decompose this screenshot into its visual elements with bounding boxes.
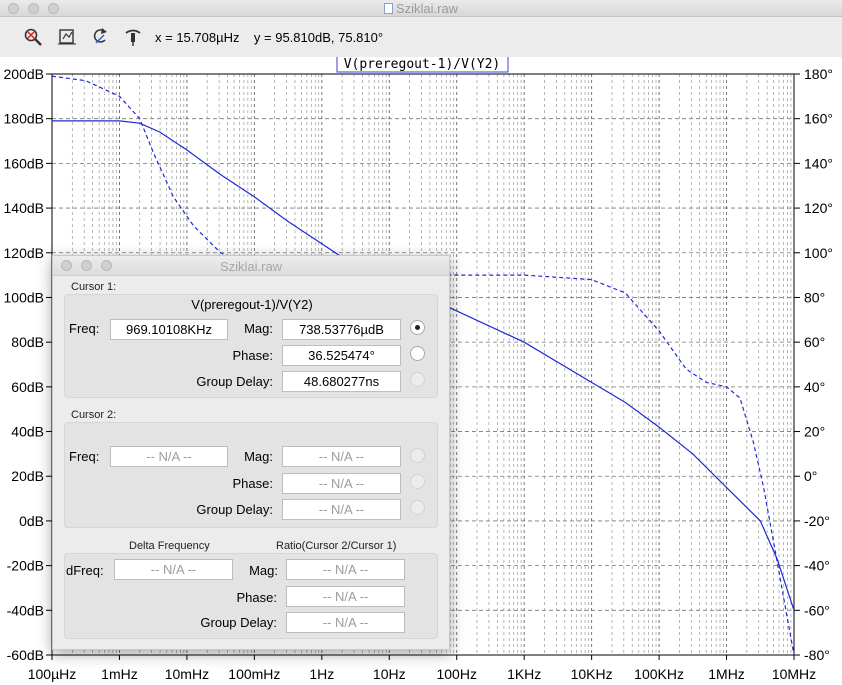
cursor1-phase-radio[interactable] — [410, 346, 425, 361]
cursor1-group-delay-label: Group Delay: — [196, 374, 273, 389]
cursor2-group-delay-label: Group Delay: — [196, 502, 273, 517]
mag-tick-label: 40dB — [11, 424, 44, 440]
cursor-dialog: Sziklai.raw Cursor 1: V(preregout-1)/V(Y… — [52, 255, 450, 650]
phase-tick-label: 100° — [804, 245, 833, 261]
cursor2-phase-label: Phase: — [232, 476, 273, 491]
window-titlebar: Sziklai.raw — [0, 0, 842, 17]
cursor2-mag-field[interactable]: -- N/A -- — [282, 446, 401, 467]
cursor1-phase-field[interactable]: 36.525474° — [282, 345, 401, 366]
phase-tick-label: 40° — [804, 379, 825, 395]
mag-tick-label: 180dB — [4, 111, 44, 127]
mag-tick-label: 80dB — [11, 334, 44, 350]
zoom-back-icon[interactable] — [90, 27, 110, 47]
cursor2-group-delay-field[interactable]: -- N/A -- — [282, 499, 401, 520]
cursor1-phase-label: Phase: — [232, 348, 273, 363]
cursor1-mag-radio[interactable] — [410, 320, 425, 335]
freq-tick-label: 100KHz — [634, 666, 684, 682]
phase-tick-label: -40° — [804, 558, 830, 574]
freq-tick-label: 100Hz — [436, 666, 476, 682]
cursor1-freq-field[interactable]: 969.10108KHz — [110, 319, 228, 340]
freq-tick-label: 10Hz — [373, 666, 406, 682]
dialog-titlebar: Sziklai.raw — [53, 256, 449, 276]
window-title: Sziklai.raw — [0, 1, 842, 16]
toolbar: x = 15.708µHz y = 95.810dB, 75.810° — [0, 17, 842, 57]
mag-tick-label: 20dB — [11, 468, 44, 484]
dfreq-label: dFreq: — [66, 563, 104, 578]
cursor2-phase-field[interactable]: -- N/A -- — [282, 473, 401, 494]
cursor1-expression: V(preregout-1)/V(Y2) — [191, 297, 313, 312]
ratio-phase-label: Phase: — [236, 590, 277, 605]
phase-tick-label: -20° — [804, 513, 830, 529]
mag-tick-label: 140dB — [4, 200, 44, 216]
phase-tick-label: -60° — [804, 602, 830, 618]
probe-icon[interactable] — [123, 27, 143, 47]
dfreq-field[interactable]: -- N/A -- — [114, 559, 233, 580]
phase-tick-label: 80° — [804, 289, 825, 305]
cursor-readout: x = 15.708µHz y = 95.810dB, 75.810° — [155, 30, 384, 45]
trace-label: V(preregout-1)/V(Y2) — [344, 57, 501, 72]
dialog-title: Sziklai.raw — [219, 259, 283, 274]
zoom-area-icon[interactable] — [23, 27, 43, 47]
cursor2-caption: Cursor 2: — [71, 409, 117, 421]
freq-tick-label: 10MHz — [772, 666, 816, 682]
ratio-group-delay-field[interactable]: -- N/A -- — [286, 612, 405, 633]
cursor2-freq-field[interactable]: -- N/A -- — [110, 446, 228, 467]
cursor1-mag-field[interactable]: 738.53776µdB — [282, 319, 401, 340]
document-icon — [383, 3, 393, 14]
ratio-phase-field[interactable]: -- N/A -- — [286, 586, 405, 607]
mag-tick-label: -60dB — [7, 647, 44, 663]
cursor1-group-delay-field[interactable]: 48.680277ns — [282, 371, 401, 392]
cursor2-mag-label: Mag: — [244, 449, 273, 464]
phase-tick-label: 20° — [804, 424, 825, 440]
window-title-text: Sziklai.raw — [395, 1, 459, 16]
zoom-extents-icon[interactable] — [57, 27, 77, 47]
cursor2-phase-radio[interactable] — [410, 474, 425, 489]
freq-tick-label: 100mHz — [228, 666, 280, 682]
freq-tick-label: 100µHz — [28, 666, 77, 682]
mag-tick-label: 100dB — [4, 289, 44, 305]
phase-tick-label: 160° — [804, 111, 833, 127]
cursor2-mag-radio[interactable] — [410, 448, 425, 463]
phase-tick-label: 180° — [804, 66, 833, 82]
cursor1-mag-label: Mag: — [244, 321, 273, 336]
ratio-header: Ratio(Cursor 2/Cursor 1) — [276, 540, 397, 552]
mag-tick-label: 60dB — [11, 379, 44, 395]
ratio-group-delay-label: Group Delay: — [200, 615, 277, 630]
freq-tick-label: 1Hz — [309, 666, 334, 682]
frequency-axis: 100µHz 1mHz 10mHz 100mHz 1Hz 10Hz 100Hz 1KHz 10K… — [28, 655, 816, 682]
phase-tick-label: 140° — [804, 155, 833, 171]
mag-tick-label: 120dB — [4, 245, 44, 261]
cursor1-group-delay-radio[interactable] — [410, 372, 425, 387]
phase-axis: 180° 160° 140° 120° 100° 80° 60° 40° 20° 0° -20° -4… — [794, 66, 833, 663]
mag-tick-label: 200dB — [4, 66, 44, 82]
phase-tick-label: 0° — [804, 468, 817, 484]
freq-tick-label: 1mHz — [101, 666, 138, 682]
cursor1-freq-label: Freq: — [69, 321, 100, 336]
mag-tick-label: -40dB — [7, 602, 44, 618]
freq-tick-label: 1KHz — [507, 666, 541, 682]
mag-tick-label: 160dB — [4, 155, 44, 171]
cursor2-group-delay-radio[interactable] — [410, 500, 425, 515]
delta-frequency-header: Delta Frequency — [129, 540, 210, 552]
freq-tick-label: 1MHz — [708, 666, 745, 682]
ratio-mag-label: Mag: — [249, 563, 278, 578]
freq-tick-label: 10mHz — [165, 666, 209, 682]
ratio-mag-field[interactable]: -- N/A -- — [286, 559, 405, 580]
cursor1-caption: Cursor 1: — [71, 281, 117, 293]
mag-tick-label: 0dB — [19, 513, 44, 529]
phase-tick-label: -80° — [804, 647, 830, 663]
phase-tick-label: 60° — [804, 334, 825, 350]
phase-tick-label: 120° — [804, 200, 833, 216]
cursor2-freq-label: Freq: — [69, 449, 100, 464]
freq-tick-label: 10KHz — [571, 666, 613, 682]
mag-tick-label: -20dB — [7, 558, 44, 574]
magnitude-axis: 200dB 180dB 160dB 140dB 120dB 100dB 80dB 60dB 40… — [4, 66, 52, 663]
